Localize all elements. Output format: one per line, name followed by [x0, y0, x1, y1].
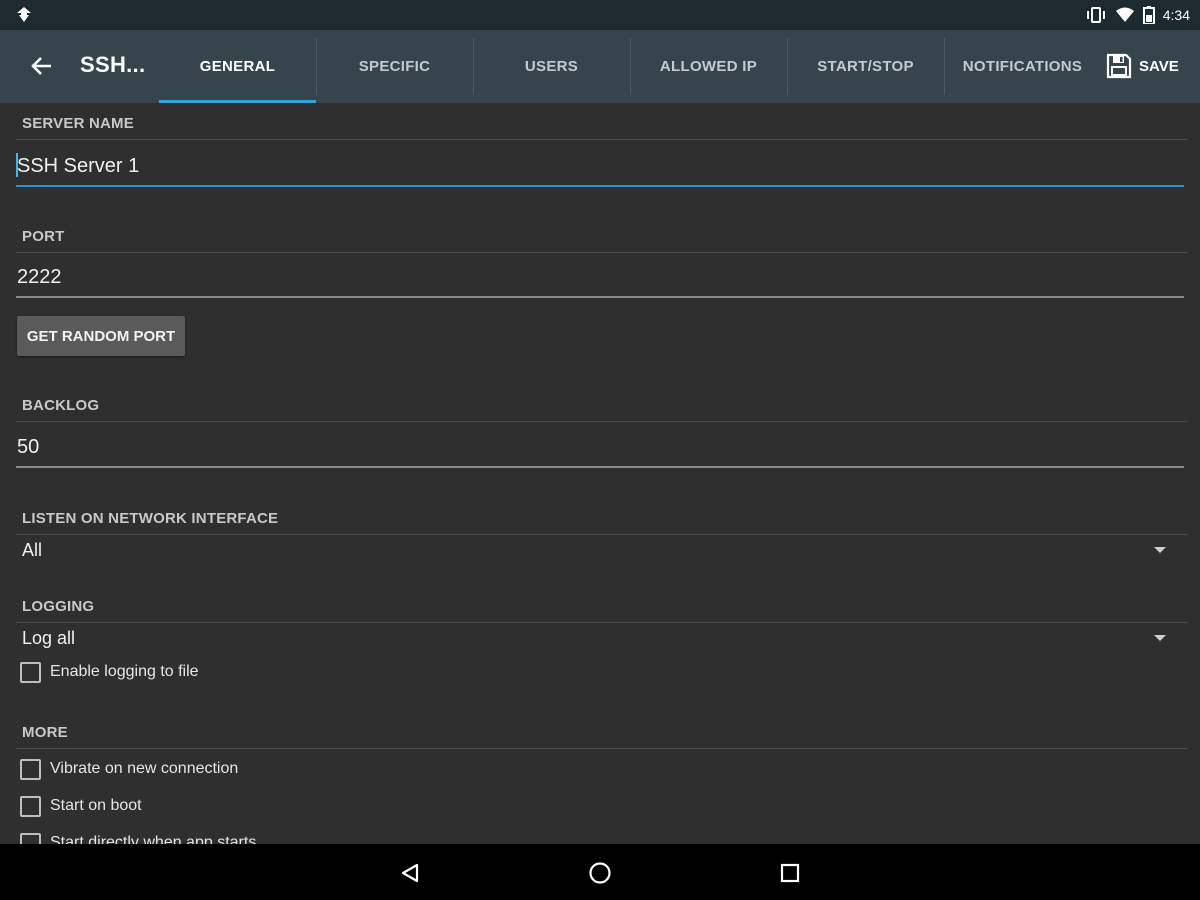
- checkbox-box[interactable]: [20, 661, 41, 683]
- tab-notifications[interactable]: NOTIFICATIONS: [944, 30, 1101, 103]
- network-interface-header: LISTEN ON NETWORK INTERFACE: [22, 510, 279, 527]
- notification-icon: [17, 7, 31, 22]
- checkbox-label: Start on boot: [50, 797, 142, 814]
- app-title: SSH...: [80, 52, 146, 77]
- logging-value: Log all: [22, 628, 76, 648]
- nav-back-button[interactable]: [395, 858, 425, 888]
- checkbox-label: Vibrate on new connection: [50, 760, 239, 777]
- divider: [16, 139, 1188, 140]
- app-bar: SSH... GENERAL SPECIFIC USERS ALLOWED IP…: [0, 30, 1200, 103]
- port-input[interactable]: 2222: [16, 258, 1184, 298]
- network-interface-dropdown[interactable]: All: [16, 536, 1188, 566]
- checkbox-box[interactable]: [20, 832, 41, 844]
- input-underline: [16, 466, 1184, 468]
- more-header: MORE: [22, 724, 68, 741]
- status-icons: 4:34: [1085, 5, 1190, 25]
- nav-home-icon: [589, 862, 611, 884]
- divider: [16, 622, 1188, 623]
- divider: [16, 748, 1188, 749]
- checkbox-label: Start directly when app starts: [50, 834, 257, 844]
- arrow-back-icon: [31, 57, 51, 75]
- vibrate-on-new-connection-checkbox[interactable]: Vibrate on new connection: [20, 757, 238, 781]
- battery-icon: [1142, 6, 1155, 24]
- start-on-boot-checkbox[interactable]: Start on boot: [20, 794, 142, 818]
- input-underline: [16, 185, 1184, 187]
- general-settings-form: SERVER NAME SSH Server 1 PORT 2222 GET R…: [0, 103, 1200, 844]
- backlog-value: 50: [17, 436, 40, 458]
- port-value: 2222: [17, 266, 62, 288]
- backlog-input[interactable]: 50: [16, 428, 1184, 468]
- dropdown-arrow-icon: [1154, 547, 1166, 553]
- nav-home-button[interactable]: [585, 858, 615, 888]
- divider: [16, 252, 1188, 253]
- back-button[interactable]: [24, 48, 60, 84]
- network-interface-value: All: [22, 540, 43, 560]
- backlog-header: BACKLOG: [22, 397, 100, 414]
- save-label: SAVE: [1139, 57, 1179, 75]
- port-header: PORT: [22, 228, 65, 245]
- checkbox-label: Enable logging to file: [50, 663, 199, 680]
- tab-general[interactable]: GENERAL: [159, 30, 316, 103]
- dropdown-arrow-icon: [1154, 635, 1166, 641]
- server-name-value: SSH Server 1: [17, 155, 140, 177]
- checkbox-box[interactable]: [20, 795, 41, 817]
- navigation-bar: [0, 844, 1200, 900]
- nav-back-icon: [401, 863, 419, 883]
- enable-logging-to-file-checkbox[interactable]: Enable logging to file: [20, 660, 199, 684]
- input-underline: [16, 296, 1184, 298]
- nav-recents-icon: [780, 863, 800, 883]
- logging-dropdown[interactable]: Log all: [16, 624, 1188, 654]
- divider: [16, 421, 1188, 422]
- server-name-input[interactable]: SSH Server 1: [16, 147, 1184, 187]
- tab-users[interactable]: USERS: [473, 30, 630, 103]
- logging-header: LOGGING: [22, 598, 95, 615]
- checkbox-box[interactable]: [20, 758, 41, 780]
- server-name-header: SERVER NAME: [22, 115, 134, 132]
- divider: [16, 534, 1188, 535]
- tab-bar: GENERAL SPECIFIC USERS ALLOWED IP START/…: [159, 30, 1101, 103]
- vibrate-icon: [1086, 7, 1105, 23]
- tab-start-stop[interactable]: START/STOP: [787, 30, 944, 103]
- start-directly-when-app-starts-checkbox[interactable]: Start directly when app starts: [20, 831, 256, 844]
- get-random-port-button[interactable]: GET RANDOM PORT: [17, 316, 185, 356]
- status-bar: 4:34: [0, 0, 1200, 30]
- nav-recents-button[interactable]: [775, 858, 805, 888]
- tab-allowed-ip[interactable]: ALLOWED IP: [630, 30, 787, 103]
- save-button[interactable]: SAVE: [1106, 50, 1179, 82]
- save-icon: [1106, 53, 1132, 79]
- wifi-icon: [1115, 7, 1134, 22]
- tab-specific[interactable]: SPECIFIC: [316, 30, 473, 103]
- status-time: 4:34: [1162, 7, 1190, 23]
